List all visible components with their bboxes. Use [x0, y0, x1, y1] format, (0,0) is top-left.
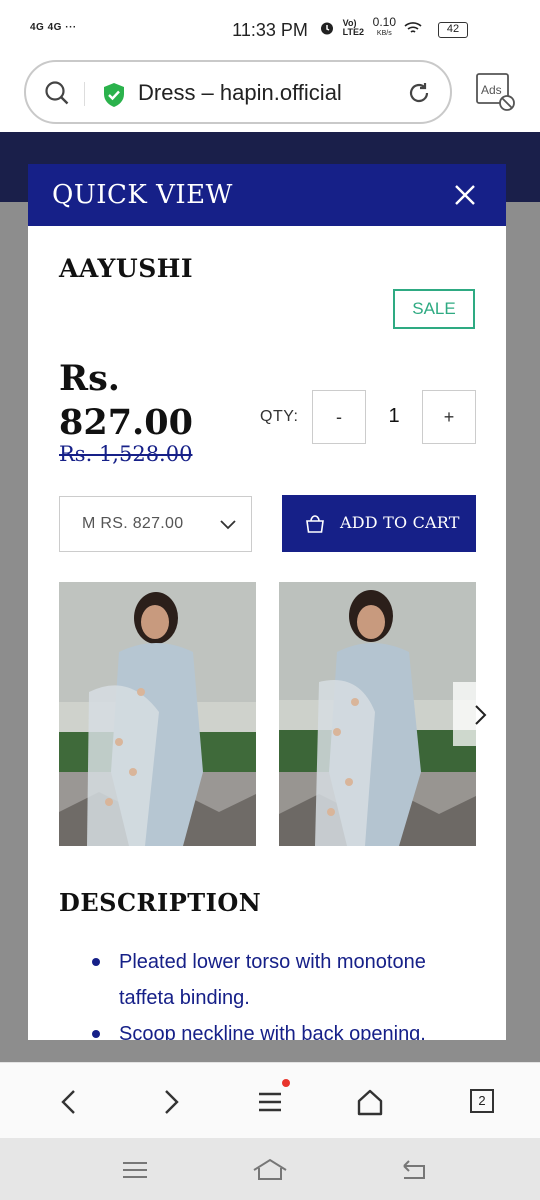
- chevron-right-icon: [475, 705, 487, 725]
- status-bar: 4G 4G ··· 11:33 PM Vo) LTE2 0.10 KB/s 42: [0, 0, 540, 58]
- product-image[interactable]: [59, 582, 256, 846]
- back-nav-icon[interactable]: [394, 1156, 434, 1184]
- ad-block-button[interactable]: Ads: [474, 70, 518, 114]
- address-bar[interactable]: Dress – hapin.official: [24, 60, 452, 124]
- tabs-count: 2: [470, 1089, 494, 1113]
- reload-icon[interactable]: [406, 80, 432, 106]
- gallery-next-button[interactable]: [453, 682, 506, 746]
- network-type: Vo) LTE2: [342, 18, 364, 37]
- compare-price: Rs. 1,528.00: [59, 442, 193, 466]
- description-list: Pleated lower torso with monotone taffet…: [88, 944, 468, 1040]
- product-gallery: [59, 582, 506, 846]
- browser-toolbar: 2: [0, 1062, 540, 1138]
- product-image[interactable]: [279, 582, 476, 846]
- forward-icon[interactable]: [150, 1085, 190, 1119]
- home-nav-icon[interactable]: [250, 1156, 290, 1184]
- add-to-cart-button[interactable]: ADD TO CART: [282, 495, 476, 552]
- home-icon[interactable]: [350, 1085, 390, 1119]
- network-speed-unit: KB/s: [376, 30, 392, 37]
- tabs-button[interactable]: 2: [462, 1085, 502, 1119]
- qty-decrease-button[interactable]: -: [312, 390, 366, 444]
- back-icon[interactable]: [50, 1085, 90, 1119]
- status-icons: Vo) LTE2 0.10 KB/s: [319, 16, 422, 40]
- add-to-cart-label: ADD TO CART: [340, 513, 460, 532]
- search-icon[interactable]: [44, 80, 70, 106]
- menu-button[interactable]: [250, 1079, 290, 1119]
- shopping-bag-icon: [306, 515, 324, 533]
- wifi-icon: [404, 22, 422, 33]
- ads-label: Ads: [481, 83, 502, 97]
- description-title: DESCRIPTION: [59, 888, 262, 917]
- qty-label: QTY:: [260, 408, 299, 425]
- alarm-icon: [320, 22, 333, 35]
- url-text[interactable]: Dress – hapin.official: [138, 80, 342, 106]
- menu-icon: [259, 1092, 281, 1112]
- quick-view-modal: QUICK VIEW AAYUSHI SALE Rs. 827.00 Rs. 1…: [28, 164, 506, 1040]
- description-item: Scoop neckline with back opening.: [88, 1016, 468, 1040]
- notification-dot: [282, 1079, 290, 1087]
- system-nav-bar: [0, 1138, 540, 1200]
- description-item: Pleated lower torso with monotone taffet…: [88, 944, 468, 1016]
- modal-header: QUICK VIEW: [28, 164, 506, 226]
- network-speed-value: 0.10: [372, 15, 396, 29]
- variant-select[interactable]: M RS. 827.00: [59, 496, 252, 552]
- variant-selected-value: M RS. 827.00: [82, 515, 184, 532]
- qty-increase-button[interactable]: +: [422, 390, 476, 444]
- close-icon[interactable]: [454, 184, 476, 206]
- address-divider: [84, 82, 85, 106]
- sale-badge: SALE: [393, 289, 475, 329]
- battery-indicator: 42: [438, 22, 468, 38]
- product-name: AAYUSHI: [59, 254, 194, 283]
- shield-check-icon: [104, 83, 124, 107]
- chevron-down-icon: [220, 520, 236, 530]
- modal-title: QUICK VIEW: [52, 180, 233, 210]
- network-speed: 0.10 KB/s: [373, 16, 396, 40]
- recents-icon[interactable]: [115, 1156, 155, 1184]
- product-price: Rs. 827.00: [59, 358, 193, 443]
- qty-input[interactable]: 1: [366, 390, 422, 444]
